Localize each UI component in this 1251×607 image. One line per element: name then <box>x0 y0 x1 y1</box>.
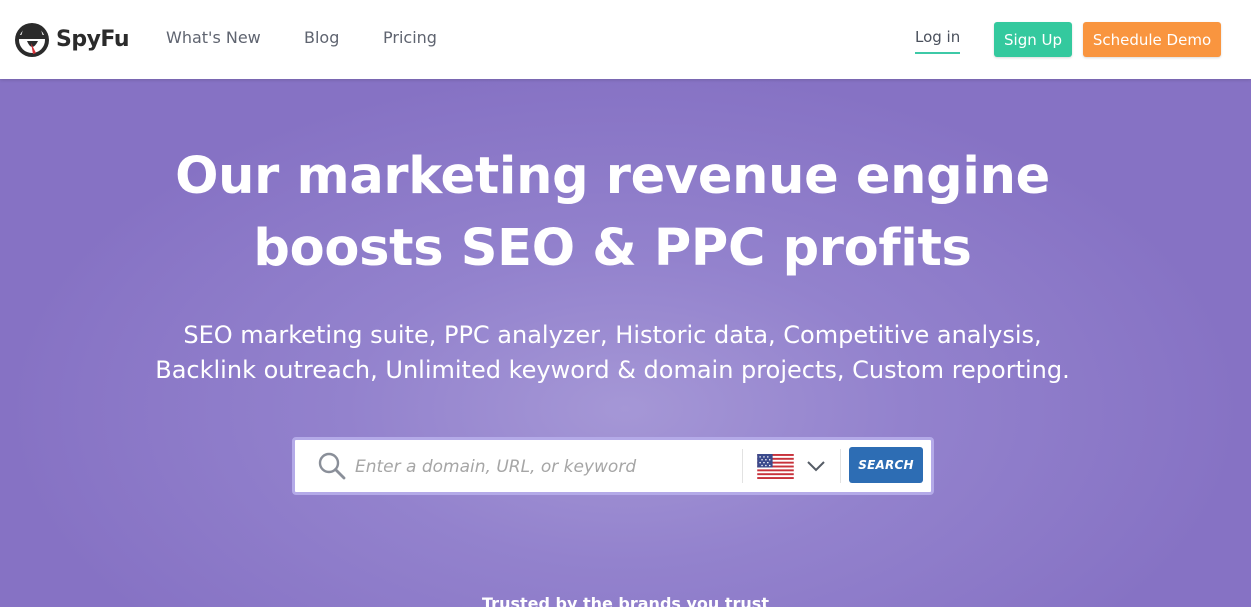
nav-link-pricing[interactable]: Pricing <box>383 28 437 47</box>
search-box: SEARCH <box>292 437 934 495</box>
country-selector[interactable] <box>757 452 832 480</box>
login-link[interactable]: Log in <box>915 28 961 54</box>
trusted-by-heading: Trusted by the brands you trust <box>482 594 769 607</box>
spy-hat-logo-icon <box>15 23 49 57</box>
logo-text: SpyFu <box>56 26 130 52</box>
search-input[interactable] <box>355 448 735 486</box>
search-button[interactable]: SEARCH <box>849 447 923 483</box>
hero-headline: Our marketing revenue engine boosts SEO … <box>100 141 1125 285</box>
headline-line-1: Our marketing revenue engine <box>175 147 1050 206</box>
nav-link-whats-new[interactable]: What's New <box>166 28 261 47</box>
top-navbar: SpyFu What's New Blog Pricing Log in Sig… <box>0 0 1251 79</box>
chevron-down-icon <box>807 460 825 471</box>
nav-link-blog[interactable]: Blog <box>304 28 339 47</box>
hero-section: Our marketing revenue engine boosts SEO … <box>0 79 1251 607</box>
search-divider <box>840 449 841 483</box>
schedule-demo-button[interactable]: Schedule Demo <box>1083 22 1221 57</box>
spyfu-logo[interactable]: SpyFu <box>12 19 130 59</box>
us-flag-icon <box>757 453 794 479</box>
hero-subline: SEO marketing suite, PPC analyzer, Histo… <box>100 318 1125 388</box>
search-icon <box>318 452 346 480</box>
search-divider <box>742 449 743 483</box>
subline-line-1: SEO marketing suite, PPC analyzer, Histo… <box>183 321 1042 349</box>
headline-line-2: boosts SEO & PPC profits <box>253 219 972 278</box>
subline-line-2: Backlink outreach, Unlimited keyword & d… <box>155 356 1070 384</box>
signup-button[interactable]: Sign Up <box>994 22 1072 57</box>
